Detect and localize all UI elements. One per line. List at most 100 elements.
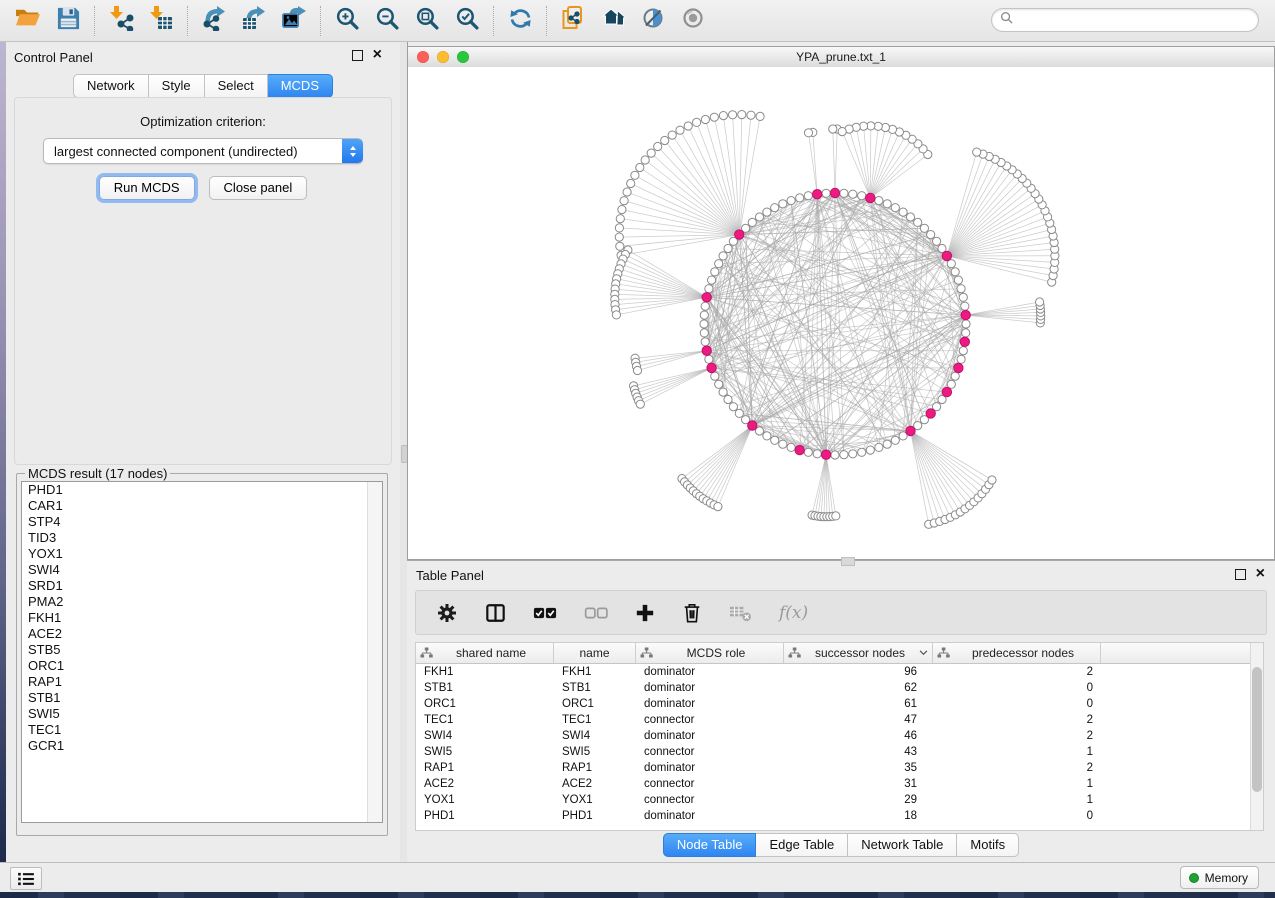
apply-layout-button[interactable]: [500, 4, 540, 38]
refresh-icon: [508, 6, 533, 36]
column-header-successor-nodes[interactable]: successor nodes: [784, 643, 933, 663]
mcds-result-item[interactable]: SWI4: [22, 562, 382, 578]
tab-mcds[interactable]: MCDS: [268, 74, 333, 98]
network-window-titlebar[interactable]: YPA_prune.txt_1: [408, 47, 1274, 68]
maximize-window-icon[interactable]: [457, 51, 469, 63]
save-session-button[interactable]: [48, 4, 88, 38]
optimization-criterion-select[interactable]: largest connected component (undirected): [43, 138, 363, 164]
tab-motifs[interactable]: Motifs: [957, 833, 1019, 857]
mcds-result-item[interactable]: SWI5: [22, 706, 382, 722]
tab-node-table[interactable]: Node Table: [663, 833, 757, 857]
mcds-result-item[interactable]: PMA2: [22, 594, 382, 610]
export-table-button[interactable]: [234, 4, 274, 38]
network-canvas[interactable]: [408, 67, 1274, 559]
run-mcds-button[interactable]: Run MCDS: [99, 176, 195, 200]
tab-select[interactable]: Select: [205, 74, 268, 98]
table-cell: STB1: [554, 680, 636, 696]
mcds-result-item[interactable]: FKH1: [22, 610, 382, 626]
search-field[interactable]: [991, 8, 1259, 32]
mcds-result-item[interactable]: CAR1: [22, 498, 382, 514]
mcds-result-item[interactable]: SRD1: [22, 578, 382, 594]
table-row[interactable]: YOX1YOX1connector291: [416, 792, 1263, 808]
show-hide-eye-button[interactable]: [673, 4, 713, 38]
unselect-all-button[interactable]: [584, 606, 608, 620]
mcds-result-item[interactable]: TEC1: [22, 722, 382, 738]
table-row[interactable]: PHD1PHD1dominator180: [416, 808, 1263, 824]
table-cell: 47: [784, 712, 933, 728]
table-settings-button[interactable]: [436, 602, 458, 624]
table-row[interactable]: STB1STB1dominator620: [416, 680, 1263, 696]
table-panel: Table Panel ×: [407, 560, 1275, 863]
close-window-icon[interactable]: [417, 51, 429, 63]
close-panel-icon[interactable]: ×: [373, 49, 382, 61]
mcds-list-scrollbar[interactable]: [367, 482, 382, 822]
mcds-result-item[interactable]: GCR1: [22, 738, 382, 754]
mcds-result-box: MCDS result (17 nodes) PHD1CAR1STP4TID3Y…: [16, 466, 388, 836]
mcds-result-item[interactable]: YOX1: [22, 546, 382, 562]
column-header-MCDS-role[interactable]: MCDS role: [636, 643, 784, 663]
list-icon: [17, 872, 35, 886]
delete-row-button[interactable]: [682, 602, 702, 624]
mcds-result-item[interactable]: TID3: [22, 530, 382, 546]
column-header-shared-name[interactable]: shared name: [416, 643, 554, 663]
table-cell: SWI5: [554, 744, 636, 760]
open-file-button[interactable]: [8, 4, 48, 38]
mcds-result-item[interactable]: STB1: [22, 690, 382, 706]
tab-edge-table[interactable]: Edge Table: [756, 833, 848, 857]
import-table-button[interactable]: [141, 4, 181, 38]
table-row[interactable]: TEC1TEC1connector472: [416, 712, 1263, 728]
table-scrollbar-thumb[interactable]: [1252, 667, 1262, 792]
table-row[interactable]: SWI4SWI4dominator462: [416, 728, 1263, 744]
table-row[interactable]: SWI5SWI5connector431: [416, 744, 1263, 760]
table-cell: 2: [933, 728, 1101, 744]
share-document-button[interactable]: [553, 4, 593, 38]
export-network-button[interactable]: [194, 4, 234, 38]
float-panel-icon[interactable]: [1235, 569, 1246, 580]
table-toolbar: f(x): [415, 590, 1267, 635]
combo-stepper-icon: [342, 139, 363, 163]
mcds-result-item[interactable]: PHD1: [22, 482, 382, 498]
add-row-button[interactable]: [635, 603, 655, 623]
network-list-button[interactable]: [10, 867, 42, 890]
column-header-name[interactable]: name: [554, 643, 636, 663]
zoom-out-button[interactable]: [367, 4, 407, 38]
network-home-button[interactable]: [593, 4, 633, 38]
select-all-button[interactable]: [533, 606, 557, 620]
table-row[interactable]: FKH1FKH1dominator962: [416, 664, 1263, 680]
float-panel-icon[interactable]: [352, 50, 363, 61]
table-cell: 2: [933, 712, 1101, 728]
export-image-button[interactable]: [274, 4, 314, 38]
tab-network-table[interactable]: Network Table: [848, 833, 957, 857]
close-panel-button[interactable]: Close panel: [209, 176, 308, 200]
import-network-button[interactable]: [101, 4, 141, 38]
mcds-result-item[interactable]: ORC1: [22, 658, 382, 674]
table-cell: 18: [784, 808, 933, 824]
minimize-window-icon[interactable]: [437, 51, 449, 63]
zoom-fit-button[interactable]: [407, 4, 447, 38]
close-panel-icon[interactable]: ×: [1256, 568, 1265, 580]
zoom-selected-button[interactable]: [447, 4, 487, 38]
import-network-icon: [108, 5, 134, 36]
horizontal-splitter-grip[interactable]: [841, 557, 855, 566]
table-scrollbar[interactable]: [1250, 643, 1263, 830]
table-row[interactable]: ACE2ACE2connector311: [416, 776, 1263, 792]
tab-style[interactable]: Style: [149, 74, 205, 98]
mcds-result-item[interactable]: ACE2: [22, 626, 382, 642]
table-panel-tabs: Node TableEdge TableNetwork TableMotifs: [407, 833, 1275, 857]
column-header-predecessor-nodes[interactable]: predecessor nodes: [933, 643, 1101, 663]
toggle-graphics-details-button[interactable]: [633, 4, 673, 38]
memory-button[interactable]: Memory: [1180, 866, 1259, 889]
table-row[interactable]: ORC1ORC1dominator610: [416, 696, 1263, 712]
search-input[interactable]: [1013, 12, 1237, 28]
mcds-result-list[interactable]: PHD1CAR1STP4TID3YOX1SWI4SRD1PMA2FKH1ACE2…: [21, 481, 383, 823]
table-cell: 0: [933, 680, 1101, 696]
table-cell: 1: [933, 792, 1101, 808]
table-row[interactable]: RAP1RAP1dominator352: [416, 760, 1263, 776]
show-column-button[interactable]: [485, 603, 506, 623]
mcds-result-item[interactable]: STB5: [22, 642, 382, 658]
zoom-in-button[interactable]: [327, 4, 367, 38]
mcds-result-item[interactable]: STP4: [22, 514, 382, 530]
mcds-result-item[interactable]: RAP1: [22, 674, 382, 690]
tab-network[interactable]: Network: [73, 74, 149, 98]
export-image-icon: [281, 5, 308, 36]
